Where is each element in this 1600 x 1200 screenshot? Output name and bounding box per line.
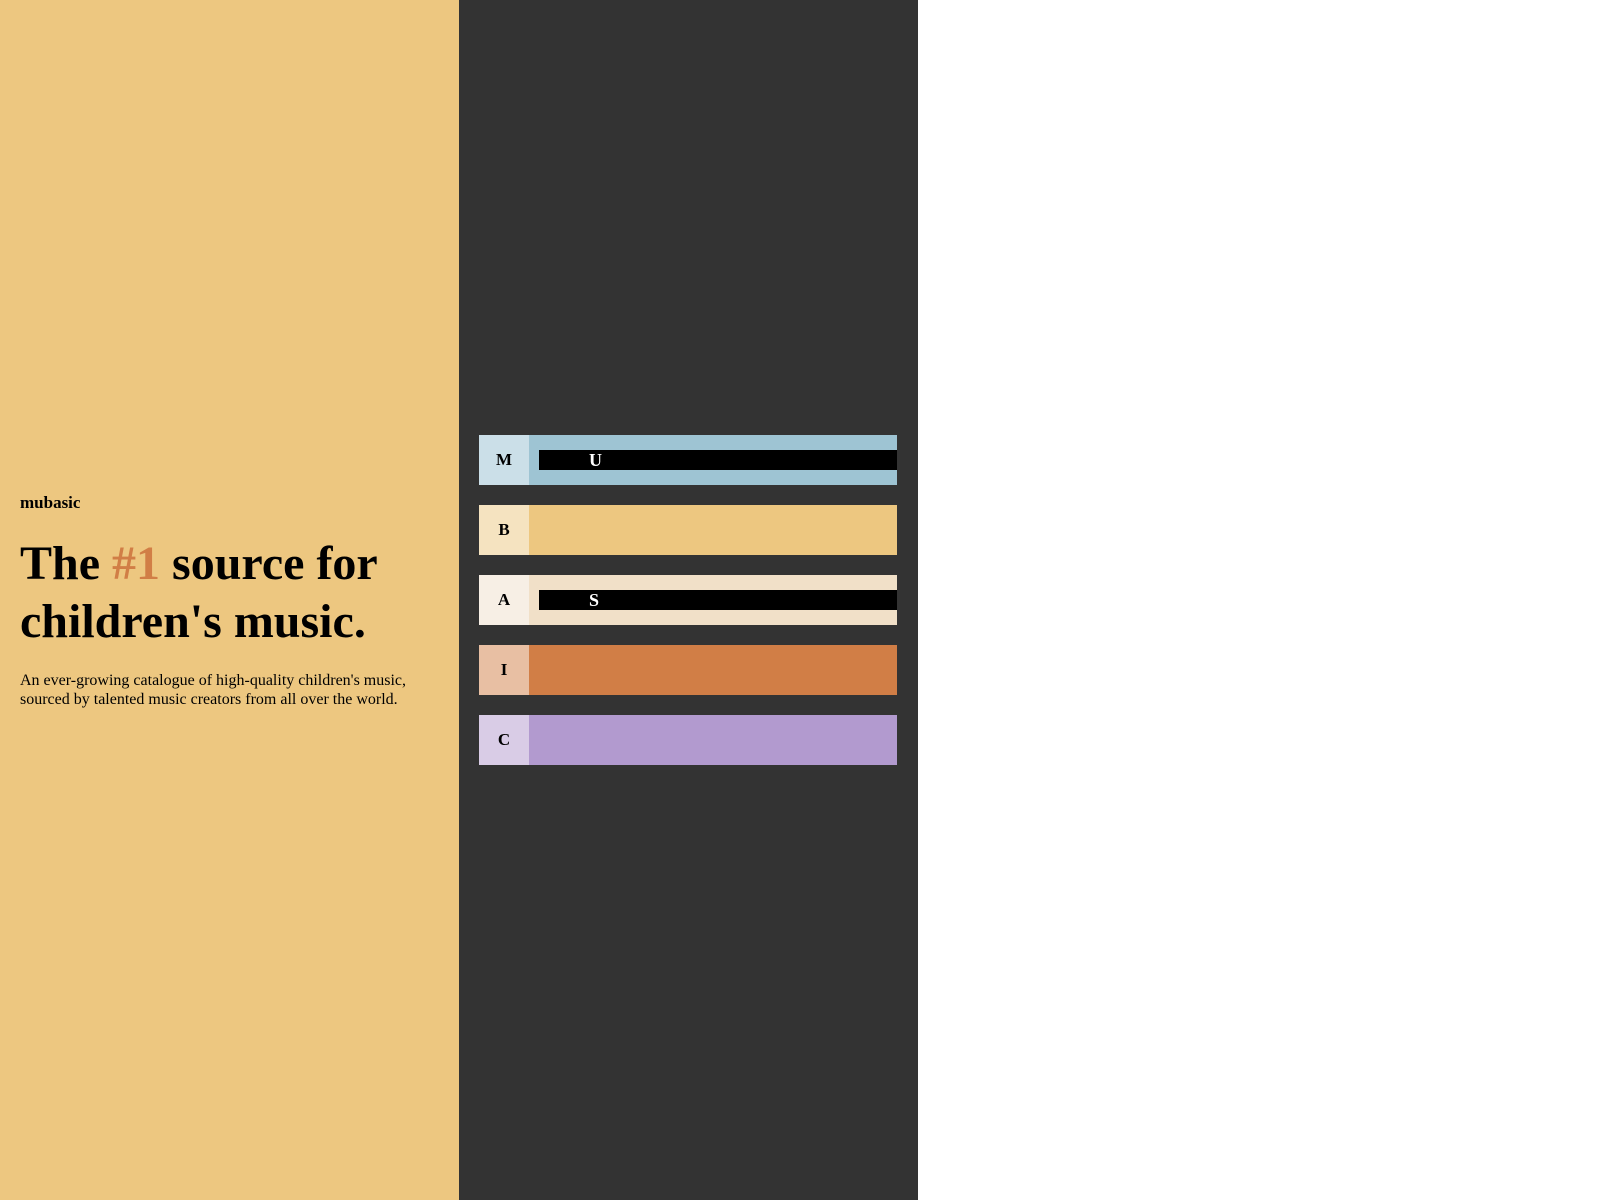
page: mubasic The #1 source for children's mus… — [0, 0, 1600, 1200]
letter-bar: S — [529, 575, 897, 625]
letter-tag-text: U — [589, 450, 602, 470]
letter-row-i: I — [479, 645, 897, 695]
letter-row-a: A S — [479, 575, 897, 625]
letter-bar — [529, 505, 897, 555]
letter-row-m: M U — [479, 435, 897, 485]
letter-rows: M U B A S I C — [479, 435, 897, 785]
letter-tag: U — [539, 450, 897, 470]
headline-accent: #1 — [112, 537, 161, 590]
letter-tag: S — [539, 590, 897, 610]
letter-key: M — [479, 435, 529, 485]
hero: mubasic The #1 source for children's mus… — [20, 493, 440, 709]
letter-key: B — [479, 505, 529, 555]
letter-key: C — [479, 715, 529, 765]
letter-panel: M U B A S I C — [459, 0, 918, 1200]
letter-row-b: B — [479, 505, 897, 555]
letter-bar — [529, 645, 897, 695]
blank-panel — [918, 0, 1600, 1200]
hero-description: An ever-growing catalogue of high-qualit… — [20, 672, 407, 708]
letter-tag-text: S — [589, 590, 600, 610]
headline: The #1 source for children's music. — [20, 535, 440, 651]
letter-key: I — [479, 645, 529, 695]
letter-bar — [529, 715, 897, 765]
letter-key: A — [479, 575, 529, 625]
brand-name: mubasic — [20, 493, 81, 512]
headline-start: The — [20, 537, 113, 590]
hero-panel: mubasic The #1 source for children's mus… — [0, 0, 459, 1200]
letter-bar: U — [529, 435, 897, 485]
letter-row-c: C — [479, 715, 897, 765]
